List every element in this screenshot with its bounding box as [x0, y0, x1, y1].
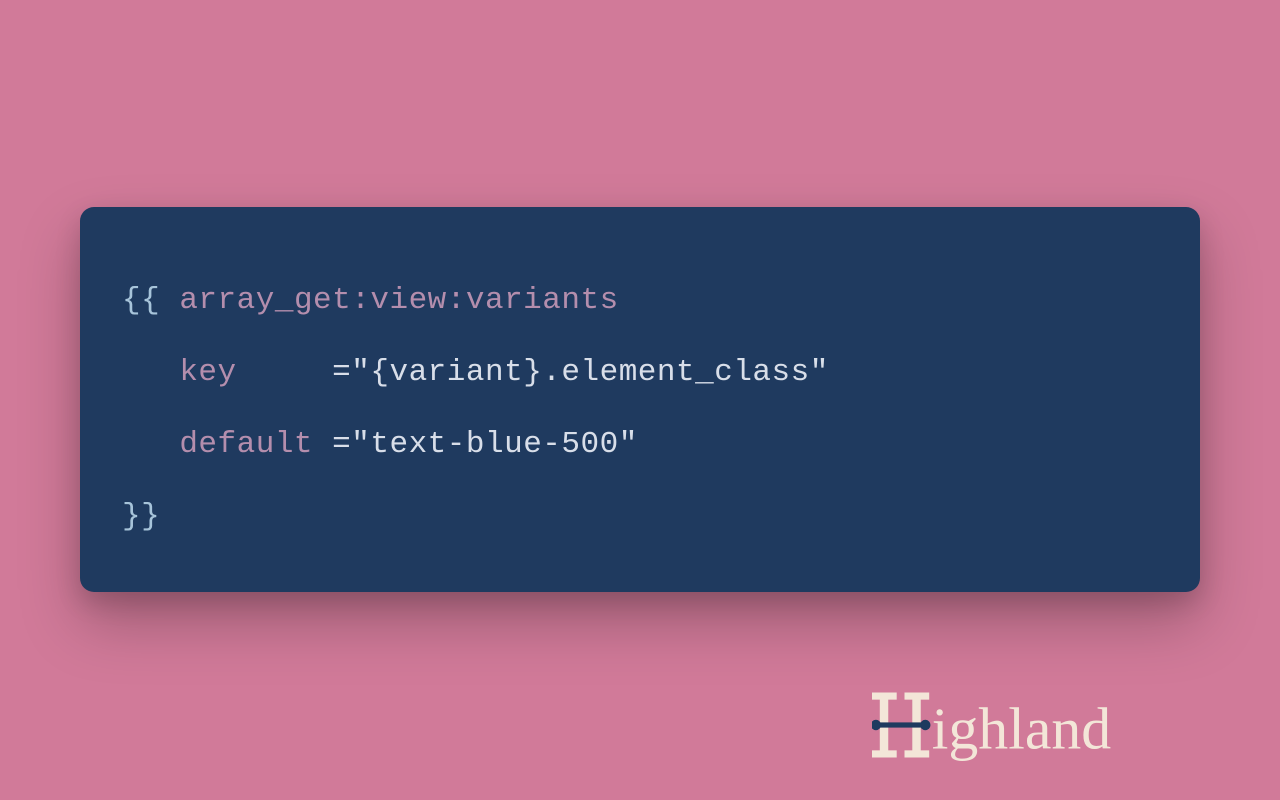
code-attr-value: "text-blue-500"	[351, 427, 638, 462]
code-close-delimiter: }}	[122, 499, 160, 534]
highland-logo-icon: ighland	[872, 686, 1236, 764]
code-equals: =	[332, 355, 351, 390]
code-tag-name: array_get:view:variants	[179, 283, 618, 318]
code-block: {{ array_get:view:variants key ="{varian…	[122, 265, 1158, 553]
brand-logo: ighland	[872, 686, 1236, 764]
brand-logo-text: ighland	[932, 695, 1111, 761]
code-card: {{ array_get:view:variants key ="{varian…	[80, 207, 1200, 592]
code-attr-value: "{variant}.element_class"	[351, 355, 829, 390]
code-attr-name: key	[179, 355, 236, 390]
code-equals: =	[332, 427, 351, 462]
code-open-delimiter: {{	[122, 283, 160, 318]
code-attr-name: default	[179, 427, 313, 462]
